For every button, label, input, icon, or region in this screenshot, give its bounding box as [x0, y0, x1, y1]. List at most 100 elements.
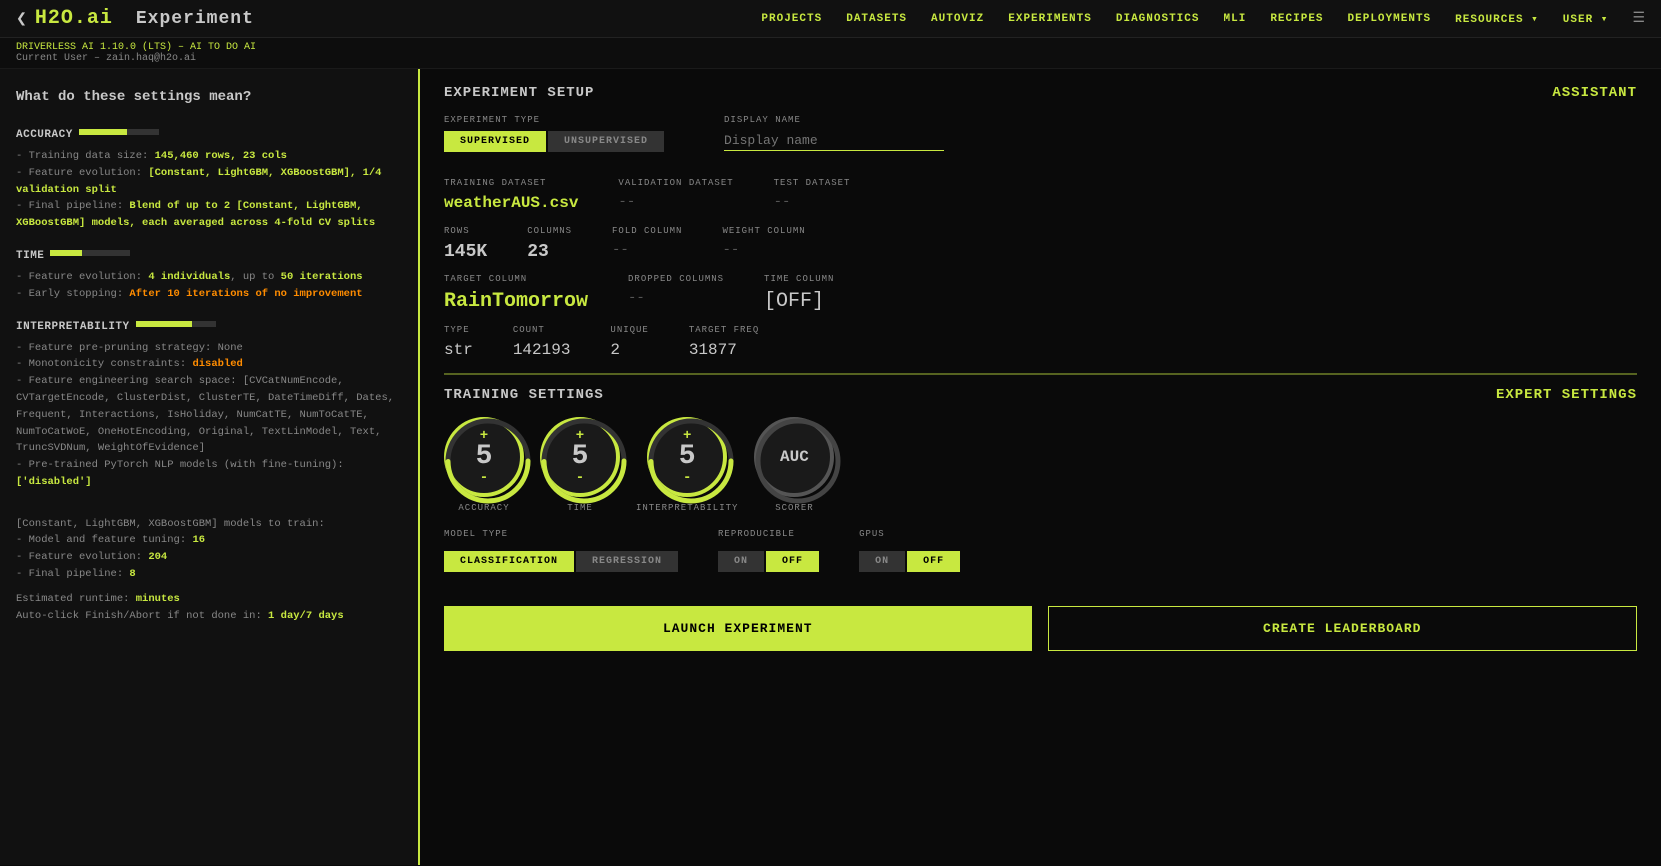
supervised-btn[interactable]: SUPERVISED [444, 131, 546, 152]
launch-row: LAUNCH EXPERIMENT CREATE LEADERBOARD [444, 606, 1637, 651]
create-leaderboard-button[interactable]: CREATE LEADERBOARD [1048, 606, 1638, 651]
gpus-label: GPUS [859, 529, 960, 539]
stats-row: ROWS 145K COLUMNS 23 FOLD COLUMN -- WEIG… [444, 226, 1637, 262]
logo-area: ❮ H2O.ai Experiment [16, 7, 254, 30]
target-column-item: TARGET COLUMN RainTomorrow [444, 274, 588, 313]
time-bar [50, 250, 130, 256]
columns-stat: COLUMNS 23 [527, 226, 572, 262]
training-dataset: TRAINING DATASET weatherAUS.csv [444, 178, 578, 212]
exp-type-label: EXPERIMENT TYPE [444, 115, 664, 125]
interpretability-dial: + 5 - [647, 417, 727, 497]
display-name-col: DISPLAY NAME [724, 115, 944, 166]
dropped-columns-value[interactable]: -- [628, 290, 724, 306]
time-section: TIME - Feature evolution: 4 individuals,… [16, 240, 402, 303]
accuracy-dial-container: + 5 - ACCURACY [444, 417, 524, 513]
reproducible-on-btn[interactable]: ON [718, 551, 764, 572]
weight-column-value[interactable]: -- [722, 242, 805, 258]
time-column-value[interactable]: [OFF] [764, 290, 834, 313]
unique-stat: UNIQUE 2 [610, 325, 648, 359]
menu-icon[interactable]: ☰ [1632, 10, 1645, 27]
target-freq-value: 31877 [689, 341, 759, 359]
nav-links: PROJECTS DATASETS AUTOVIZ EXPERIMENTS DI… [761, 10, 1645, 27]
app-version: DRIVERLESS AI 1.10.0 (LTS) – AI TO DO AI [16, 42, 1645, 53]
left-panel: What do these settings mean? ACCURACY - … [0, 69, 420, 865]
rows-value: 145K [444, 242, 487, 262]
experiment-setup-title: EXPERIMENT SETUP [444, 85, 594, 101]
training-dataset-label: TRAINING DATASET [444, 178, 578, 188]
scorer-dial[interactable]: AUC [754, 417, 834, 497]
dials-row: + 5 - ACCURACY + 5 - TIME [444, 417, 1637, 513]
count-value: 142193 [513, 341, 571, 359]
right-panel: EXPERIMENT SETUP ASSISTANT EXPERIMENT TY… [420, 69, 1661, 865]
nav-projects[interactable]: PROJECTS [761, 13, 822, 25]
models-text: [Constant, LightGBM, XGBoostGBM] models … [16, 499, 402, 583]
gpus-on-btn[interactable]: ON [859, 551, 905, 572]
interpretability-label: INTERPRETABILITY [16, 321, 130, 333]
interpretability-section: INTERPRETABILITY - Feature pre-pruning s… [16, 311, 402, 491]
classification-btn[interactable]: CLASSIFICATION [444, 551, 574, 572]
runtime-section: Estimated runtime: minutes Auto-click Fi… [16, 591, 402, 625]
nav-autoviz[interactable]: AUTOVIZ [931, 13, 984, 25]
nav-diagnostics[interactable]: DIAGNOSTICS [1116, 13, 1200, 25]
training-dataset-value[interactable]: weatherAUS.csv [444, 194, 578, 212]
test-dataset-value[interactable]: -- [774, 194, 851, 210]
accuracy-label: ACCURACY [16, 129, 73, 141]
weight-column-stat: WEIGHT COLUMN -- [722, 226, 805, 258]
validation-dataset-label: VALIDATION DATASET [618, 178, 733, 188]
nav-recipes[interactable]: RECIPES [1270, 13, 1323, 25]
target-column-value[interactable]: RainTomorrow [444, 290, 588, 313]
top-nav: ❮ H2O.ai Experiment PROJECTS DATASETS AU… [0, 0, 1661, 38]
accuracy-dial: + 5 - [444, 417, 524, 497]
fold-column-value[interactable]: -- [612, 242, 682, 258]
time-label: TIME [16, 250, 44, 262]
unsupervised-btn[interactable]: UNSUPERVISED [548, 131, 664, 152]
model-type-row: MODEL TYPE CLASSIFICATION REGRESSION REP… [444, 529, 1637, 586]
regression-btn[interactable]: REGRESSION [576, 551, 678, 572]
fold-column-label: FOLD COLUMN [612, 226, 682, 236]
assistant-title: ASSISTANT [1552, 85, 1637, 101]
reproducible-off-btn[interactable]: OFF [766, 551, 819, 572]
experiment-setup-header: EXPERIMENT SETUP ASSISTANT [444, 85, 1637, 101]
exp-type-row: EXPERIMENT TYPE SUPERVISED UNSUPERVISED … [444, 115, 1637, 166]
nav-resources[interactable]: RESOURCES ▾ [1455, 12, 1539, 26]
section-divider [444, 373, 1637, 375]
model-type-label: MODEL TYPE [444, 529, 678, 539]
datasets-row: TRAINING DATASET weatherAUS.csv VALIDATI… [444, 178, 1637, 212]
count-label: COUNT [513, 325, 571, 335]
user-info: Current User – zain.haq@h2o.ai [16, 53, 1645, 64]
count-stat: COUNT 142193 [513, 325, 571, 359]
type-stat: TYPE str [444, 325, 473, 359]
interpretability-bar [136, 321, 216, 327]
time-dial: + 5 - [540, 417, 620, 497]
training-settings-title: TRAINING SETTINGS [444, 387, 604, 403]
accuracy-bar [79, 129, 159, 135]
runtime-text: Estimated runtime: minutes Auto-click Fi… [16, 591, 402, 625]
validation-dataset: VALIDATION DATASET -- [618, 178, 733, 210]
gpus-off-btn[interactable]: OFF [907, 551, 960, 572]
interpretability-text: - Feature pre-pruning strategy: None - M… [16, 340, 402, 491]
nav-deployments[interactable]: DEPLOYMENTS [1348, 13, 1432, 25]
nav-experiments[interactable]: EXPERIMENTS [1008, 13, 1092, 25]
launch-experiment-button[interactable]: LAUNCH EXPERIMENT [444, 606, 1032, 651]
display-name-label: DISPLAY NAME [724, 115, 944, 125]
main-layout: What do these settings mean? ACCURACY - … [0, 69, 1661, 865]
unique-label: UNIQUE [610, 325, 648, 335]
rows-label: ROWS [444, 226, 487, 236]
validation-dataset-value[interactable]: -- [618, 194, 733, 210]
columns-value: 23 [527, 242, 572, 262]
type-label: TYPE [444, 325, 473, 335]
target-freq-stat: TARGET FREQ 31877 [689, 325, 759, 359]
weight-column-label: WEIGHT COLUMN [722, 226, 805, 236]
back-icon[interactable]: ❮ [16, 8, 27, 30]
gpus-toggle: ON OFF [859, 551, 960, 572]
logo: H2O.ai Experiment [35, 7, 254, 30]
nav-datasets[interactable]: DATASETS [846, 13, 907, 25]
display-name-input[interactable] [724, 131, 944, 151]
unique-value: 2 [610, 341, 648, 359]
model-type-group: MODEL TYPE CLASSIFICATION REGRESSION [444, 529, 678, 586]
reproducible-group: REPRODUCIBLE ON OFF [718, 529, 819, 586]
nav-user[interactable]: USER ▾ [1563, 12, 1609, 26]
nav-mli[interactable]: MLI [1224, 13, 1247, 25]
accuracy-section: ACCURACY - Training data size: 145,460 r… [16, 119, 402, 232]
rows-stat: ROWS 145K [444, 226, 487, 262]
